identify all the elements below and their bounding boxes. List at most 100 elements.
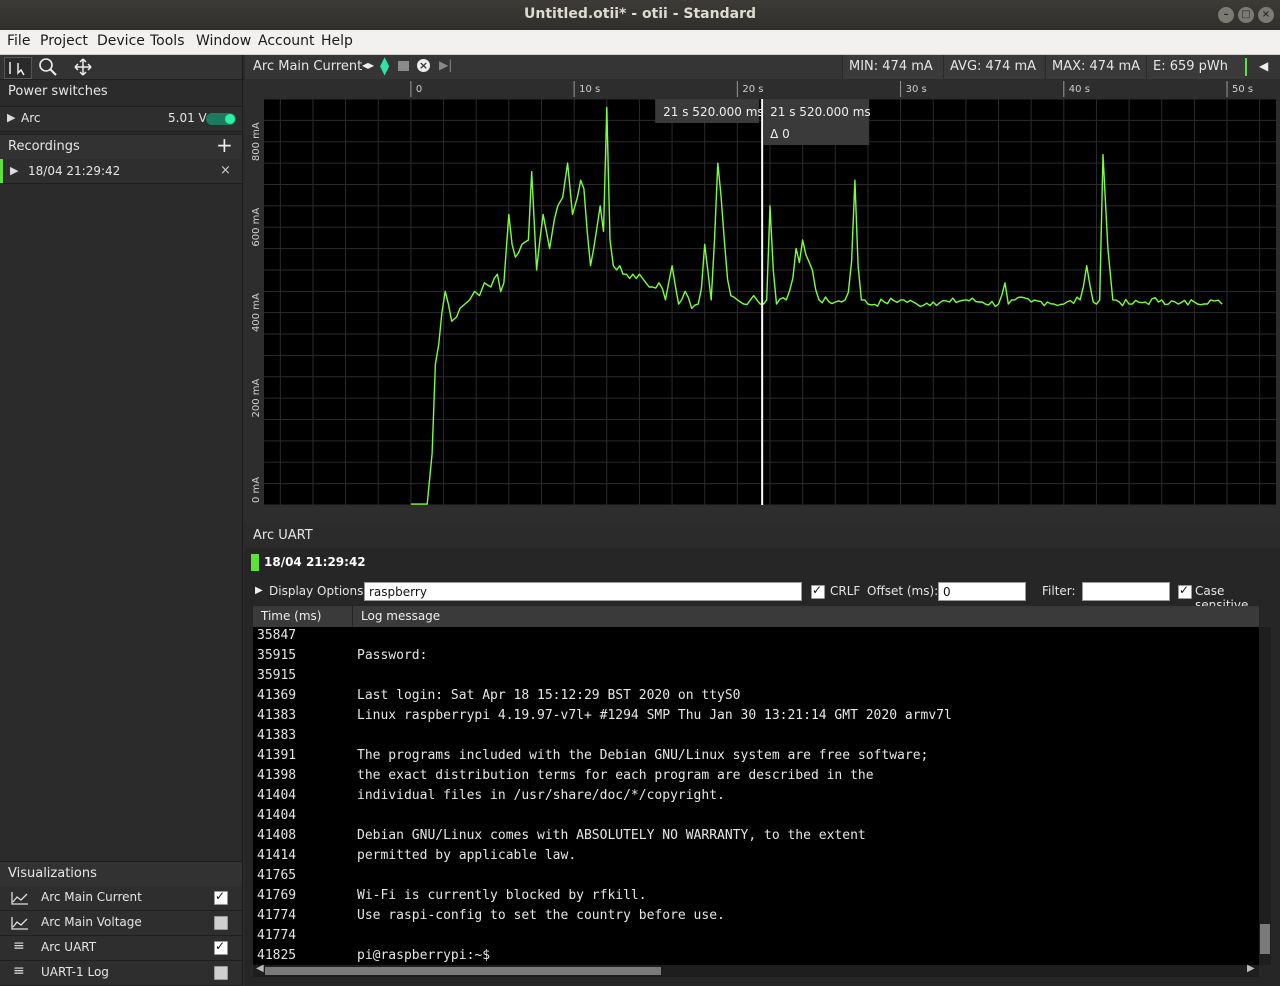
pan-tool-button[interactable] (72, 57, 94, 77)
device-row[interactable]: ▶ Arc 5.01 V (0, 106, 242, 132)
select-tool-button[interactable] (4, 57, 32, 79)
log-time: 35847 (257, 628, 297, 643)
offset-label: Offset (ms): (867, 584, 939, 598)
horizontal-scroll-thumb[interactable] (265, 967, 661, 975)
device-name: Arc (21, 111, 41, 125)
log-time: 41769 (257, 888, 297, 903)
cursor-time-label: 21 s 520.000 ms (770, 105, 871, 119)
visualization-checkbox[interactable] (214, 916, 228, 930)
list-icon: ≡ (13, 963, 25, 979)
y-tick-label: 200 mA (251, 379, 262, 418)
clear-icon[interactable]: × (417, 59, 430, 72)
scroll-right-icon[interactable]: ▶ (1247, 963, 1255, 974)
x-tick-label: 40 s (1069, 84, 1090, 95)
filter-input[interactable] (1082, 582, 1170, 601)
menu-help[interactable]: Help (321, 33, 353, 49)
y-tick-label: 600 mA (251, 208, 262, 247)
energy-stat: E: 659 pWh (1146, 55, 1245, 79)
log-time: 41383 (257, 708, 297, 723)
stop-icon[interactable] (398, 61, 409, 71)
expand-arrow-icon[interactable]: ▶ (10, 164, 18, 177)
time-column-header[interactable]: Time (ms) (261, 609, 322, 623)
log-time: 41383 (257, 728, 297, 743)
chart-title: Arc Main Current (253, 59, 363, 74)
power-switches-heading: Power switches (8, 84, 108, 99)
tool-bar (0, 55, 242, 80)
list-icon: ≡ (13, 938, 25, 954)
line-chart-icon (11, 917, 28, 930)
log-table-header: Time (ms) Log message (253, 606, 1259, 627)
uart-recording-name: 18/04 21:29:42 (264, 555, 366, 569)
line-chart-icon (11, 892, 28, 905)
log-message: Password: (357, 648, 428, 663)
collapse-panel-icon[interactable]: ◀ (1259, 59, 1268, 73)
series-color-marker (1245, 58, 1247, 76)
visualization-item-uart[interactable]: ≡ Arc UART (0, 936, 242, 961)
recording-row[interactable]: ▶ 18/04 21:29:42 × (0, 159, 242, 184)
cursor-time-label: 21 s 520.000 ms (663, 105, 764, 119)
expand-arrow-icon[interactable]: ▶ (255, 585, 263, 596)
recording-color-marker (251, 554, 259, 571)
close-window-button[interactable]: × (1258, 7, 1274, 23)
vertical-scroll-thumb[interactable] (1260, 924, 1270, 954)
menu-account[interactable]: Account (258, 33, 315, 49)
step-forward-icon[interactable]: ▶| (439, 58, 452, 72)
x-tick-label: 0 (416, 84, 422, 95)
log-time: 41398 (257, 768, 297, 783)
minimize-button[interactable]: – (1218, 7, 1234, 23)
display-options-toggle[interactable]: Display Options (269, 584, 363, 598)
message-column-header[interactable]: Log message (361, 609, 440, 623)
visualization-item-main-voltage[interactable]: Arc Main Voltage (0, 911, 242, 936)
window-title: Untitled.otii* - otii - Standard (524, 6, 756, 22)
visualization-item-main-current[interactable]: Arc Main Current (0, 886, 242, 911)
visualization-checkbox[interactable] (214, 966, 228, 980)
log-message: Wi-Fi is currently blocked by rfkill. (357, 888, 647, 903)
vertical-scrollbar[interactable] (1259, 627, 1271, 965)
magnifier-icon (39, 58, 57, 76)
expand-horizontal-icon[interactable]: ◂▸ (362, 58, 374, 72)
avg-stat: AVG: 474 mA (943, 55, 1044, 79)
menu-device[interactable]: Device (97, 33, 145, 49)
log-time: 35915 (257, 648, 297, 663)
crlf-checkbox[interactable] (811, 583, 825, 599)
max-stat: MAX: 474 mA (1045, 55, 1146, 79)
horizontal-scrollbar[interactable]: ◀ ▶ (253, 963, 1259, 977)
log-time: 41369 (257, 688, 297, 703)
menu-project[interactable]: Project (40, 33, 88, 49)
offset-input[interactable] (938, 582, 1026, 601)
case-sensitive-checkbox[interactable] (1178, 583, 1192, 599)
visualization-label: Arc Main Voltage (41, 915, 142, 929)
visualization-item-uart1-log[interactable]: ≡ UART-1 Log (0, 961, 242, 986)
log-message: The programs included with the Debian GN… (357, 748, 929, 763)
search-input[interactable] (364, 582, 802, 601)
device-voltage: 5.01 V (168, 111, 207, 125)
power-toggle[interactable] (206, 113, 236, 125)
current-chart[interactable]: 0 10 s 20 s 30 s 40 s 50 s 0 mA 200 mA 400 mA 600… (245, 79, 1280, 524)
menu-file[interactable]: File (7, 33, 30, 49)
y-tick-label: 800 mA (251, 122, 262, 161)
visualization-label: Arc Main Current (41, 890, 142, 904)
menu-tools[interactable]: Tools (150, 33, 185, 49)
scroll-left-icon[interactable]: ◀ (256, 963, 264, 974)
maximize-button[interactable]: □ (1238, 7, 1254, 23)
menu-window[interactable]: Window (196, 33, 251, 49)
visualization-label: UART-1 Log (41, 965, 109, 979)
close-recording-icon[interactable]: × (220, 163, 231, 178)
log-time: 41825 (257, 948, 297, 963)
visualization-checkbox[interactable] (214, 889, 228, 905)
add-recording-icon[interactable]: + (216, 133, 233, 157)
recording-name: 18/04 21:29:42 (28, 164, 121, 178)
uart-panel-title: Arc UART (253, 528, 313, 543)
zoom-tool-button[interactable] (37, 57, 59, 77)
fit-vertical-icon[interactable]: ▲ ▼ (380, 55, 389, 76)
log-message: permitted by applicable law. (357, 848, 577, 863)
visualization-checkbox[interactable] (214, 939, 228, 955)
x-tick-label: 10 s (579, 84, 600, 95)
current-chart-svg[interactable]: 0 10 s 20 s 30 s 40 s 50 s 0 mA 200 mA 400 mA 600… (245, 79, 1280, 524)
recording-color-marker (0, 159, 3, 183)
filter-label: Filter: (1042, 584, 1076, 598)
cursor-delta-label: Δ 0 (770, 127, 790, 141)
expand-arrow-icon[interactable]: ▶ (7, 111, 15, 124)
x-tick-label: 50 s (1232, 84, 1253, 95)
log-message: Use raspi-config to set the country befo… (357, 908, 725, 923)
